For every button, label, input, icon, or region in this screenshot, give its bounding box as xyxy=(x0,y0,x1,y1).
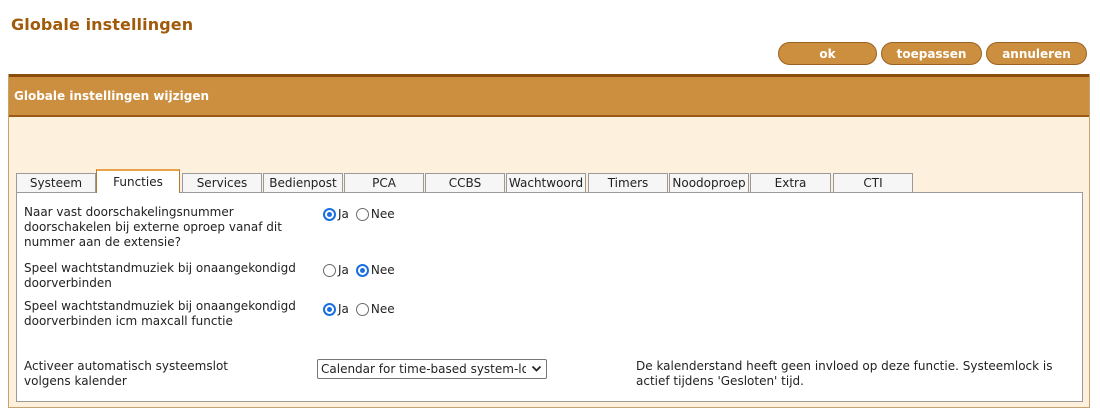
radio-yes[interactable] xyxy=(323,263,336,277)
setting-label-forward-external: Naar vast doorschakelingsnummer doorscha… xyxy=(24,205,282,249)
setting-label-hold-music: Speel wachtstandmuziek bij onaangekondig… xyxy=(24,261,296,290)
panel-title: Globale instellingen wijzigen xyxy=(14,89,210,103)
radio-no[interactable] xyxy=(355,302,369,316)
page-title: Globale instellingen xyxy=(11,15,194,34)
setting-label-auto-lock: Activeer automatisch systeemslot volgens… xyxy=(24,359,229,388)
tab-timers[interactable]: Timers xyxy=(588,173,668,192)
radio-no[interactable] xyxy=(355,263,369,277)
tab-functies[interactable]: Functies xyxy=(96,169,180,193)
chevron-down-icon xyxy=(531,365,542,372)
calendar-select-value: Calendar for time-based system-lock xyxy=(321,362,526,376)
radio-group-hold-music-maxcall: Ja Nee xyxy=(323,302,402,316)
calendar-select[interactable]: Calendar for time-based system-lock xyxy=(317,359,547,379)
tab-noodoproep[interactable]: Noodoproep xyxy=(669,173,749,192)
panel-header: Globale instellingen wijzigen xyxy=(9,77,1089,117)
radio-no[interactable] xyxy=(355,207,369,221)
radio-no-label: Nee xyxy=(370,302,395,316)
radio-no-label: Nee xyxy=(370,263,395,277)
tab-extra[interactable]: Extra xyxy=(750,173,831,192)
action-buttons: ok toepassen annuleren xyxy=(778,42,1087,65)
tab-systeem[interactable]: Systeem xyxy=(16,173,96,192)
settings-panel: Globale instellingen wijzigen Systeem Fu… xyxy=(8,74,1090,408)
radio-no-label: Nee xyxy=(370,207,395,221)
cancel-button[interactable]: annuleren xyxy=(986,42,1087,65)
tab-bedienpost[interactable]: Bedienpost xyxy=(263,173,343,192)
radio-group-hold-music: Ja Nee xyxy=(323,263,402,277)
tab-pca[interactable]: PCA xyxy=(344,173,424,192)
apply-button[interactable]: toepassen xyxy=(881,42,982,65)
ok-button[interactable]: ok xyxy=(778,42,877,65)
radio-yes[interactable] xyxy=(323,302,336,316)
radio-yes-label: Ja xyxy=(338,302,349,316)
functies-tab-content: Naar vast doorschakelingsnummer doorscha… xyxy=(16,192,1083,402)
auto-lock-note: De kalenderstand heeft geen invloed op d… xyxy=(636,359,1053,388)
tab-wachtwoord[interactable]: Wachtwoord xyxy=(506,173,586,192)
radio-group-forward-external: Ja Nee xyxy=(323,207,402,221)
tab-ccbs[interactable]: CCBS xyxy=(425,173,505,192)
tab-cti[interactable]: CTI xyxy=(833,173,913,192)
setting-label-hold-music-maxcall: Speel wachtstandmuziek bij onaangekondig… xyxy=(24,299,296,328)
radio-yes[interactable] xyxy=(323,207,336,221)
radio-yes-label: Ja xyxy=(338,207,349,221)
tab-services[interactable]: Services xyxy=(182,173,262,192)
radio-yes-label: Ja xyxy=(338,263,349,277)
